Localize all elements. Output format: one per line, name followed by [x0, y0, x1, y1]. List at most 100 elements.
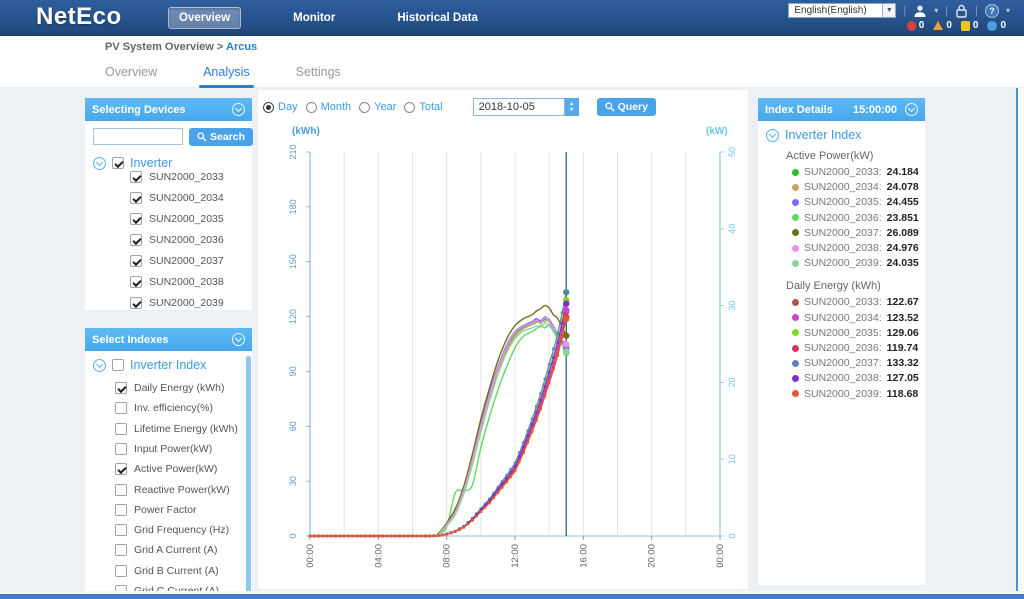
- device-group-checkbox[interactable]: [112, 157, 124, 169]
- neteco-app: NetEco Overview Monitor Historical Data En…: [0, 0, 1024, 599]
- horizontal-scrollbar[interactable]: [0, 591, 1024, 599]
- tree-expander-icon[interactable]: [93, 358, 106, 372]
- device-checkbox[interactable]: [130, 255, 142, 267]
- tree-expander-icon[interactable]: [766, 128, 779, 142]
- series-marker: [556, 354, 560, 357]
- device-checkbox[interactable]: [130, 213, 142, 225]
- alarm-major[interactable]: 0: [933, 20, 952, 31]
- help-icon[interactable]: ?: [984, 3, 999, 18]
- series-marker: [398, 534, 401, 538]
- series-marker: [359, 534, 363, 538]
- series-endpoint-dot: [563, 315, 570, 323]
- alarm-warning[interactable]: 0: [987, 20, 1006, 31]
- y-right-tick-label: 30: [727, 301, 737, 311]
- series-marker: [535, 405, 538, 408]
- series-line-power: [309, 318, 567, 537]
- collapse-panel-icon[interactable]: [232, 333, 245, 346]
- series-marker: [488, 501, 491, 505]
- series-marker: [462, 526, 466, 529]
- legend-row: SUN2000_2039: 24.035: [792, 257, 919, 269]
- device-checkbox[interactable]: [130, 234, 142, 246]
- legend-section-title: Active Power(kW): [786, 150, 874, 162]
- device-search-input[interactable]: [93, 128, 183, 145]
- index-checkbox[interactable]: [115, 544, 127, 557]
- series-name: SUN2000_2036:: [804, 211, 882, 224]
- index-label: Inv. efficiency(%): [134, 402, 213, 415]
- device-checkbox[interactable]: [130, 297, 142, 309]
- series-marker: [500, 482, 504, 486]
- series-color-dot: [792, 344, 799, 352]
- series-color-dot: [792, 329, 799, 337]
- index-row: Reactive Power(kW): [115, 483, 230, 496]
- vertical-scrollbar[interactable]: [1016, 88, 1024, 591]
- y-left-tick-label: 60: [288, 421, 298, 431]
- alarm-count: 0: [1000, 20, 1006, 31]
- series-marker: [539, 399, 542, 402]
- series-name: SUN2000_2039:: [804, 257, 882, 270]
- language-caret-icon[interactable]: ▼: [882, 4, 896, 17]
- series-marker: [522, 445, 525, 449]
- divider: |: [903, 4, 907, 17]
- x-tick-label: 00:00: [305, 544, 316, 568]
- menu-item-monitor[interactable]: Monitor: [283, 8, 345, 28]
- device-checkbox[interactable]: [130, 276, 142, 288]
- series-endpoint-dot: [563, 300, 570, 307]
- index-checkbox[interactable]: [115, 463, 127, 476]
- index-checkbox[interactable]: [115, 503, 127, 516]
- index-checkbox[interactable]: [115, 483, 127, 496]
- alarm-critical[interactable]: 0: [906, 20, 924, 31]
- index-group-checkbox[interactable]: [112, 359, 124, 371]
- series-marker: [543, 385, 547, 388]
- search-button[interactable]: Search: [189, 128, 254, 146]
- index-checkbox[interactable]: [115, 564, 127, 577]
- index-checkbox[interactable]: [115, 524, 127, 537]
- tree-expander-icon[interactable]: [93, 156, 106, 170]
- language-select[interactable]: English(English) ▼: [788, 3, 897, 18]
- lock-icon[interactable]: [955, 4, 968, 18]
- breadcrumb-root[interactable]: PV System Overview: [105, 41, 214, 53]
- help-caret-icon[interactable]: ▾: [1006, 6, 1010, 15]
- series-color-dot: [792, 298, 799, 306]
- index-checkbox[interactable]: [115, 382, 127, 394]
- device-checkbox[interactable]: [130, 171, 142, 183]
- series-marker: [372, 534, 376, 538]
- index-row: Input Power(kW): [115, 442, 212, 455]
- series-marker: [317, 534, 320, 538]
- horizontal-scrollbar-thumb[interactable]: [0, 594, 1024, 599]
- collapse-panel-icon[interactable]: [905, 103, 918, 116]
- select-indexes-panel: Select Indexes Inverter Index Daily Ener…: [85, 328, 252, 599]
- legend-row: SUN2000_2036: 23.851: [792, 212, 919, 224]
- user-icon[interactable]: [913, 4, 927, 18]
- collapse-panel-icon[interactable]: [232, 103, 245, 116]
- user-menu-caret-icon[interactable]: ▾: [934, 6, 938, 15]
- panel-scrollbar-thumb[interactable]: [246, 356, 251, 596]
- index-details-header: Index Details 15:00:00: [758, 98, 925, 121]
- index-group-label[interactable]: Inverter Index: [130, 358, 206, 372]
- device-group-label[interactable]: Inverter: [130, 156, 172, 170]
- index-checkbox[interactable]: [115, 422, 127, 435]
- tab-overview[interactable]: Overview: [105, 58, 157, 88]
- index-checkbox[interactable]: [115, 402, 127, 415]
- series-marker: [389, 534, 393, 538]
- breadcrumb-current[interactable]: Arcus: [226, 41, 257, 53]
- y-left-tick-label: 0: [288, 533, 298, 538]
- menu-item-overview[interactable]: Overview: [168, 7, 242, 29]
- device-checkbox[interactable]: [130, 192, 142, 204]
- series-marker: [522, 451, 525, 454]
- alarm-minor[interactable]: 0: [960, 20, 978, 31]
- top-navbar: NetEco Overview Monitor Historical Data En…: [0, 0, 1024, 36]
- menu-item-historical-data[interactable]: Historical Data: [387, 8, 488, 28]
- index-checkbox[interactable]: [115, 442, 127, 455]
- series-marker: [517, 455, 521, 458]
- tab-settings[interactable]: Settings: [296, 58, 341, 88]
- series-marker: [445, 532, 448, 536]
- y-right-tick-label: 20: [727, 377, 737, 387]
- device-label: SUN2000_2035: [149, 213, 224, 225]
- chart[interactable]: 0 30 60 90 120 150 180 210 0 10 20 30 40 50 (kWh) (kW) 0…: [258, 90, 748, 594]
- alarm-count: 0: [946, 20, 952, 31]
- series-marker: [428, 534, 431, 538]
- tab-analysis[interactable]: Analysis: [199, 58, 254, 88]
- series-marker: [419, 534, 423, 538]
- y-right-tick-label: 0: [727, 533, 737, 538]
- series-marker: [552, 368, 555, 371]
